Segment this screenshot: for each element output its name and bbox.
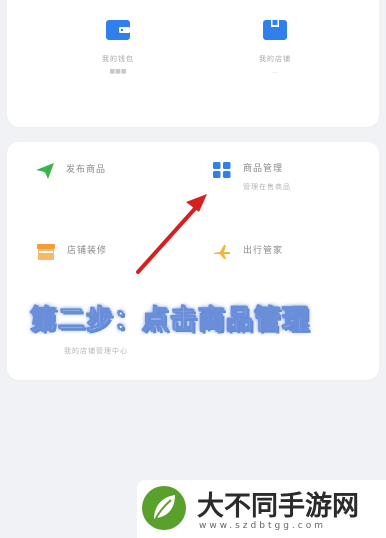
menu-item-label: 商品管理 xyxy=(243,164,284,174)
menu-item-label: 发布商品 xyxy=(66,165,107,175)
grid-apps-icon xyxy=(213,162,231,178)
wallet-tile[interactable]: 我的钱包 ■■■ xyxy=(87,18,149,75)
menu-item-product-management[interactable]: 商品管理 管理在售商品 xyxy=(213,162,291,192)
menu-item-store-decoration[interactable]: 店铺装修 xyxy=(37,244,107,260)
store-sub: … xyxy=(272,68,278,75)
store-tile[interactable]: 我的店铺 … xyxy=(244,18,306,75)
management-menu-card: 发布商品 商品管理 管理在售商品 店铺装修 出行管家 xyxy=(7,142,379,380)
wallet-card: 我的钱包 ■■■ 我的店铺 … xyxy=(7,0,379,127)
watermark-title: 大不同手游网 xyxy=(197,491,359,522)
leaf-logo xyxy=(142,486,186,530)
step-caption: 第二步：点击商品管理 xyxy=(30,305,310,337)
storefront-icon xyxy=(37,244,55,260)
wallet-label: 我的钱包 xyxy=(102,55,134,63)
wallet-icon xyxy=(106,20,130,40)
watermark-url: www.szdbtgg.com xyxy=(199,521,326,531)
menu-item-label: 店铺装修 xyxy=(67,246,108,256)
store-box-icon xyxy=(263,20,287,40)
airplane-icon xyxy=(214,245,230,259)
menu-item-publish[interactable]: 发布商品 xyxy=(36,163,106,179)
menu-item-sub: 管理在售商品 xyxy=(243,183,291,191)
store-label: 我的店铺 xyxy=(259,55,291,63)
wallet-sub: ■■■ xyxy=(109,68,127,75)
menu-item-label: 出行管家 xyxy=(243,246,284,256)
menu-item-travel[interactable]: 出行管家 xyxy=(213,244,283,260)
menu-extra-sub: 我的店铺管理中心 xyxy=(64,347,128,355)
watermark: 大不同手游网 www.szdbtgg.com xyxy=(137,480,386,538)
paper-plane-icon xyxy=(36,163,54,179)
